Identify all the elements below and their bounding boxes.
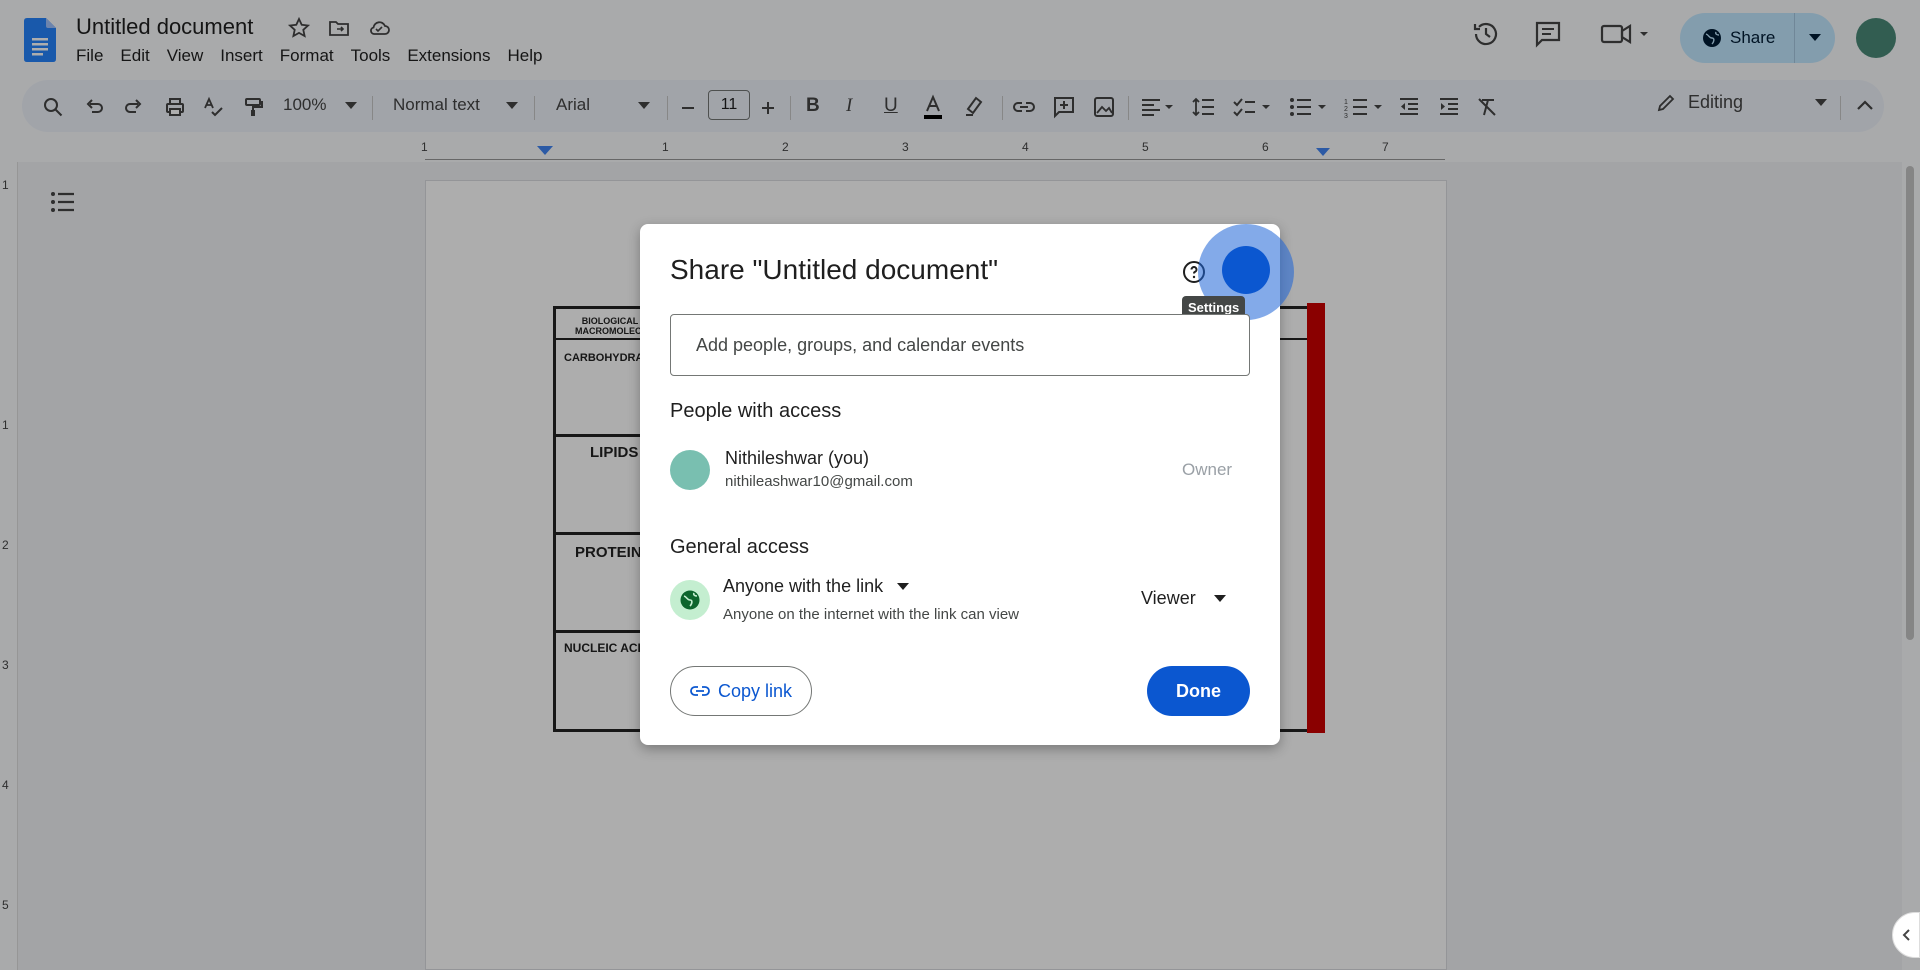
access-scope-label: Anyone with the link: [723, 576, 884, 596]
copy-link-label: Copy link: [717, 680, 793, 701]
settings-button[interactable]: [1222, 246, 1270, 294]
access-description: Anyone on the internet with the link can…: [723, 606, 1020, 623]
people-access-heading: People with access: [670, 400, 842, 422]
link-icon: [690, 686, 710, 696]
chevron-left-icon: [1902, 929, 1910, 941]
general-access-heading: General access: [670, 536, 809, 558]
general-access-select[interactable]: Anyone with the link: [723, 576, 910, 597]
link-role-label: Viewer: [1141, 588, 1196, 608]
general-access-icon-wrap: [670, 580, 710, 620]
copy-link-button[interactable]: Copy link: [670, 666, 812, 716]
person-name: Nithileshwar (you): [725, 448, 870, 468]
caret-down-icon: [1213, 594, 1226, 602]
done-button[interactable]: Done: [1147, 666, 1250, 716]
dialog-title: Share "Untitled document": [670, 254, 999, 285]
globe-icon: [680, 590, 700, 610]
person-avatar: [670, 450, 710, 490]
share-dialog: Share "Untitled document" Settings Peopl…: [640, 224, 1294, 745]
link-role-select[interactable]: Viewer: [1141, 588, 1226, 609]
caret-down-icon: [897, 582, 910, 590]
person-email: nithileashwar10@gmail.com: [725, 473, 913, 490]
person-role: Owner: [1182, 460, 1233, 479]
add-people-input[interactable]: [670, 314, 1250, 376]
